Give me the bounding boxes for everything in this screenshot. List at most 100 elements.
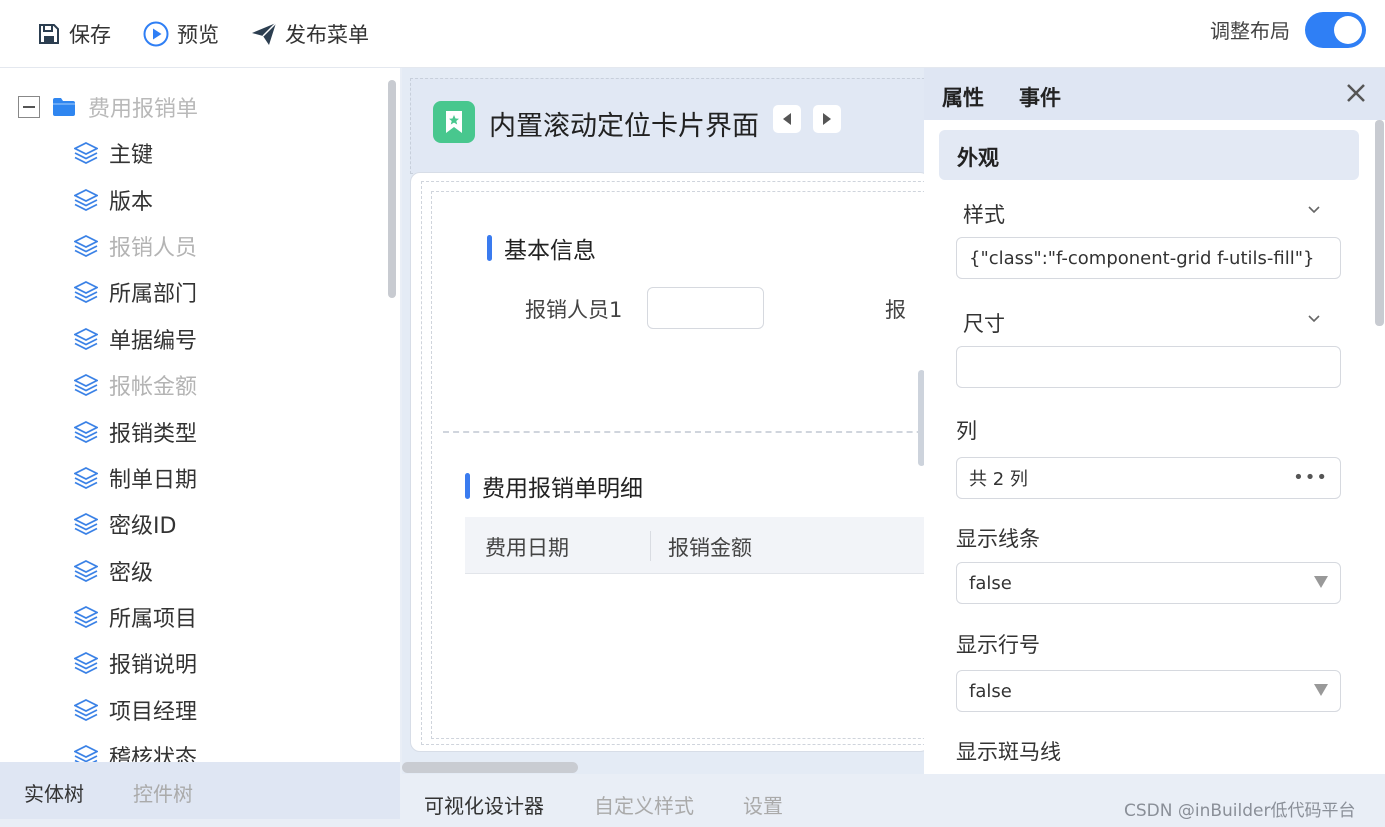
tree-list: 主键版本报销人员所属部门单据编号报帐金额报销类型制单日期密级ID 密级所属项目报销…	[74, 130, 197, 762]
tree-item-label: 密级ID	[109, 514, 177, 540]
columns-label: 列	[956, 419, 977, 443]
show-lines-value: false	[969, 572, 1012, 594]
layers-icon	[74, 513, 98, 536]
appearance-group-header[interactable]: 外观	[939, 130, 1359, 180]
adjust-layout-label: 调整布局	[1210, 19, 1290, 43]
next-button[interactable]	[813, 105, 841, 133]
top-toolbar: 保存 预览 发布菜单 调整布局	[0, 0, 1385, 68]
tab-control-tree[interactable]: 控件树	[133, 778, 193, 807]
tree-item[interactable]: 报销人员	[74, 223, 197, 269]
tree-item[interactable]: 版本	[74, 176, 197, 222]
layers-icon	[74, 420, 98, 443]
style-label: 样式	[963, 203, 1005, 227]
layers-icon	[74, 745, 98, 762]
publish-menu-label: 发布菜单	[285, 23, 369, 47]
bookmark-icon	[433, 101, 475, 143]
designer-canvas: 内置滚动定位卡片界面 基本信息 报销人员1 报 费用报销单明细 费用日期 报销金…	[402, 68, 924, 774]
appearance-label: 外观	[957, 146, 999, 170]
close-icon[interactable]	[1345, 82, 1367, 104]
detail-section-label: 费用报销单明细	[482, 476, 643, 502]
show-lines-select[interactable]: false	[956, 562, 1341, 604]
adjust-layout-toggle[interactable]	[1305, 12, 1366, 48]
show-row-number-select[interactable]: false	[956, 670, 1341, 712]
tree-item[interactable]: 稽核状态	[74, 733, 197, 762]
grid-column-header[interactable]: 费用日期	[485, 532, 569, 562]
tree-item[interactable]: 项目经理	[74, 687, 197, 733]
tree-item[interactable]: 主键	[74, 130, 197, 176]
chevron-down-icon[interactable]	[1306, 202, 1322, 218]
reimburser-field-label: 报销人员1	[525, 298, 623, 322]
save-button[interactable]: 保存	[37, 17, 111, 51]
tab-custom-style[interactable]: 自定义样式	[594, 790, 694, 819]
tree-item-label: 报销说明	[109, 653, 198, 679]
tree-item[interactable]: 制单日期	[74, 455, 197, 501]
tree-item-label: 报销类型	[109, 421, 198, 447]
size-input[interactable]	[956, 346, 1341, 388]
folder-icon	[53, 98, 75, 116]
layers-icon	[74, 188, 98, 211]
tree-root-node[interactable]: 费用报销单	[18, 91, 198, 123]
collapse-icon[interactable]	[18, 96, 40, 118]
tab-settings[interactable]: 设置	[743, 790, 783, 819]
tab-entity-tree[interactable]: 实体树	[24, 778, 84, 807]
dropdown-arrow-icon	[1314, 684, 1328, 696]
tree-item[interactable]: 报销类型	[74, 408, 197, 454]
publish-menu-button[interactable]: 发布菜单	[251, 17, 369, 51]
detail-grid-header[interactable]: 费用日期 报销金额	[465, 517, 924, 574]
caret-right-icon	[823, 113, 831, 125]
dropdown-arrow-icon	[1314, 576, 1328, 588]
layers-icon	[74, 606, 98, 629]
page-title: 内置滚动定位卡片界面	[489, 111, 759, 142]
reimburser-field-input[interactable]	[647, 287, 764, 329]
columns-editor[interactable]: 共 2 列 •••	[956, 457, 1341, 499]
size-label: 尺寸	[963, 312, 1005, 336]
tree-item[interactable]: 所属部门	[74, 269, 197, 315]
tree-item-label: 密级	[109, 560, 154, 586]
tree-item-label: 报销人员	[109, 235, 198, 261]
paper-plane-icon	[252, 22, 277, 45]
tree-item[interactable]: 单据编号	[74, 316, 197, 362]
layers-icon	[74, 652, 98, 675]
columns-value: 共 2 列	[969, 469, 1028, 490]
layers-icon	[74, 281, 98, 304]
form-canvas[interactable]: 基本信息 报销人员1 报 费用报销单明细 费用日期 报销金额	[410, 172, 924, 752]
tree-item[interactable]: 报销说明	[74, 640, 197, 686]
tree-item[interactable]: 报帐金额	[74, 362, 197, 408]
entity-tree-panel: 费用报销单 主键版本报销人员所属部门单据编号报帐金额报销类型制单日期密级ID 密级…	[0, 68, 400, 762]
tree-item[interactable]: 密级ID	[74, 501, 197, 547]
property-scrollbar[interactable]	[1375, 120, 1384, 326]
tree-item-label: 主键	[109, 143, 154, 169]
detail-section-title: 费用报销单明细	[465, 469, 643, 503]
tree-item-label: 单据编号	[109, 328, 198, 354]
page-header-card[interactable]: 内置滚动定位卡片界面	[410, 78, 924, 174]
layers-icon	[74, 698, 98, 721]
reimburser-field-label-cut: 报	[885, 298, 906, 322]
canvas-horizontal-scrollbar[interactable]	[402, 762, 578, 773]
show-row-number-label: 显示行号	[956, 633, 1040, 657]
prev-button[interactable]	[773, 105, 801, 133]
grid-column-header[interactable]: 报销金额	[668, 532, 752, 562]
property-panel-header: 属性 事件	[924, 68, 1385, 120]
tab-events[interactable]: 事件	[1019, 82, 1061, 112]
basic-info-label: 基本信息	[504, 238, 596, 264]
tree-scrollbar[interactable]	[388, 80, 396, 298]
layers-icon	[74, 327, 98, 350]
tab-attributes[interactable]: 属性	[942, 82, 984, 112]
layers-icon	[74, 466, 98, 489]
show-row-number-value: false	[969, 680, 1012, 702]
preview-button[interactable]: 预览	[143, 17, 219, 51]
layers-icon	[74, 235, 98, 257]
tree-item-label: 制单日期	[109, 467, 198, 493]
tree-item[interactable]: 密级	[74, 548, 197, 594]
tree-item-label: 所属项目	[109, 607, 198, 633]
style-input[interactable]: {"class":"f-component-grid f-utils-fill"…	[956, 237, 1341, 279]
watermark: CSDN @inBuilder低代码平台	[1124, 801, 1356, 821]
tree-item[interactable]: 所属项目	[74, 594, 197, 640]
show-lines-label: 显示线条	[956, 527, 1040, 551]
basic-info-title: 基本信息	[487, 231, 596, 265]
more-icon[interactable]: •••	[1293, 467, 1328, 488]
column-divider	[650, 531, 651, 561]
tab-visual-designer[interactable]: 可视化设计器	[424, 790, 544, 819]
chevron-down-icon[interactable]	[1306, 311, 1322, 327]
save-icon	[39, 24, 59, 44]
